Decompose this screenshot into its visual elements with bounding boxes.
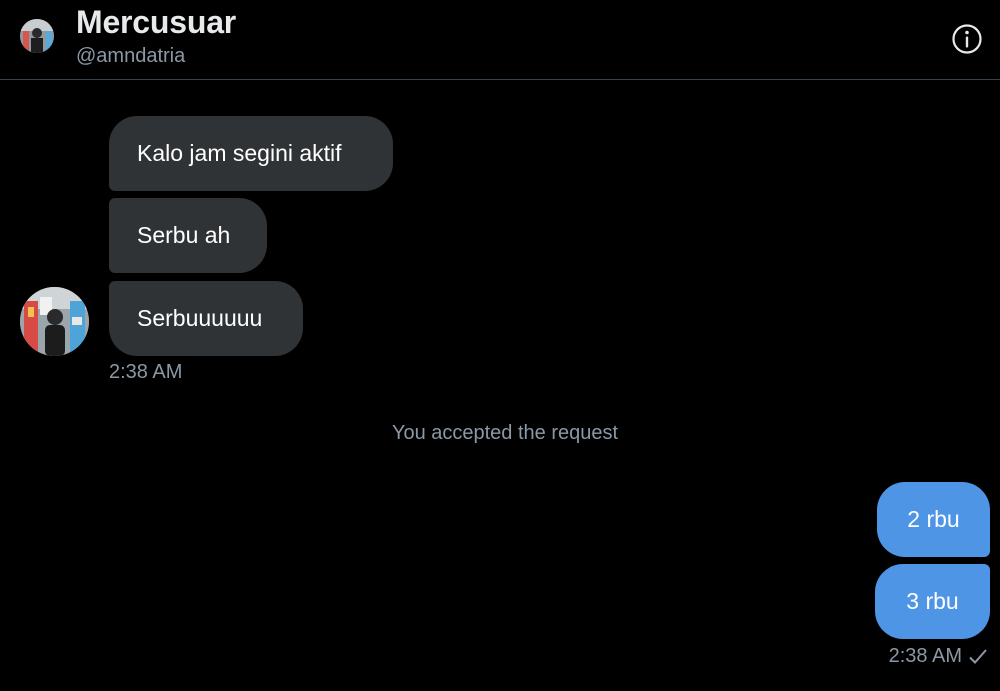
message-bubble-received[interactable]: Serbuuuuuu — [109, 281, 303, 356]
message-time: 2:38 AM — [888, 645, 962, 667]
message-text: 3 rbu — [906, 588, 959, 614]
conversation-header: Mercusuar @amndatria — [0, 0, 1000, 80]
message-text: Serbuuuuuu — [137, 305, 263, 331]
message-timestamp: 2:38 AM — [109, 361, 183, 383]
avatar[interactable] — [20, 19, 54, 53]
conversation-name: Mercusuar — [76, 4, 237, 40]
sender-avatar-image — [20, 287, 89, 356]
message-bubble-received[interactable]: Kalo jam segini aktif — [109, 116, 393, 191]
dm-conversation: Mercusuar @amndatria Kalo jam segini akt… — [0, 0, 1000, 691]
avatar-image — [20, 19, 54, 53]
message-timestamp-sent: 2:38 AM — [889, 645, 988, 668]
message-text: Serbu ah — [137, 222, 231, 248]
message-bubble-sent[interactable]: 3 rbu — [875, 564, 990, 639]
info-button[interactable] — [951, 23, 983, 55]
message-text: Kalo jam segini aktif — [137, 140, 342, 166]
message-bubble-sent[interactable]: 2 rbu — [877, 482, 990, 557]
message-bubble-received[interactable]: Serbu ah — [109, 198, 267, 273]
info-icon — [952, 24, 982, 54]
conversation-handle: @amndatria — [76, 45, 186, 67]
sender-avatar[interactable] — [20, 287, 89, 356]
checkmark-icon — [969, 649, 987, 664]
system-message: You accepted the request — [391, 422, 619, 444]
message-text: 2 rbu — [907, 506, 960, 532]
